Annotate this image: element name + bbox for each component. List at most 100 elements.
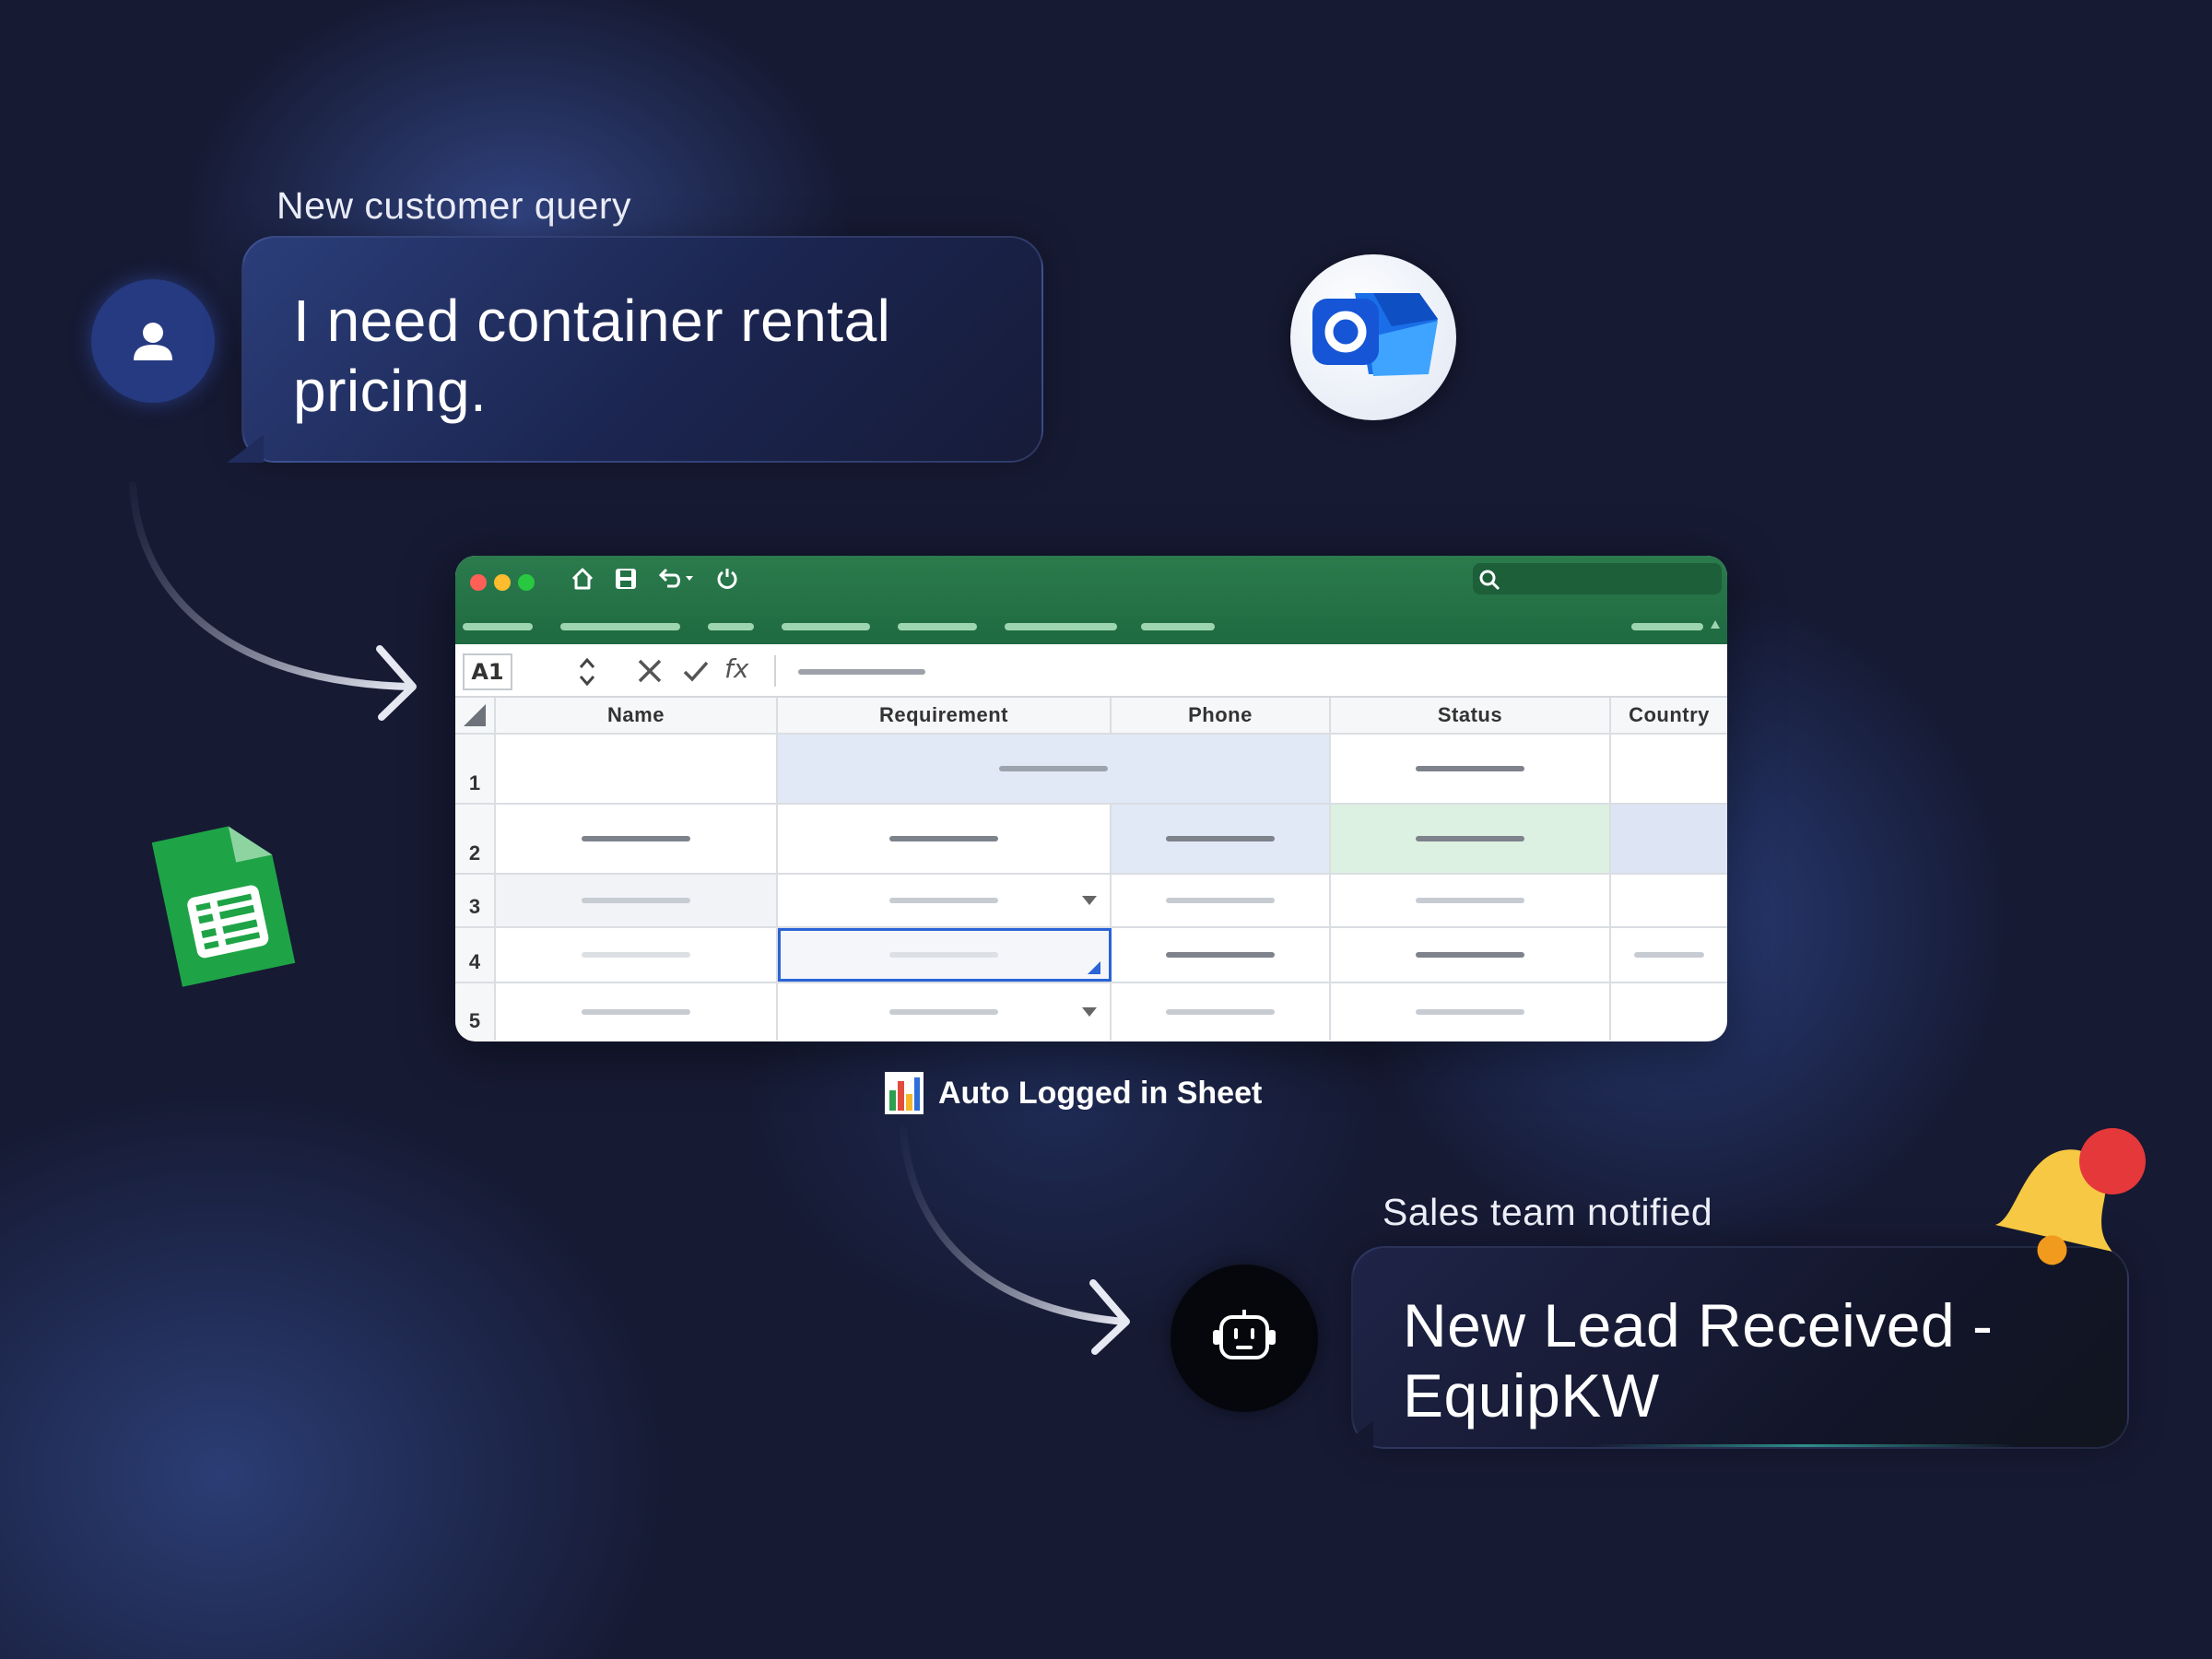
dropdown-arrow-icon[interactable] <box>1082 896 1097 905</box>
formula-divider <box>774 655 776 687</box>
bubble-glow-line <box>1593 1444 2017 1447</box>
column-header-requirement[interactable]: Requirement <box>778 698 1112 733</box>
cell-value-placeholder <box>1416 836 1524 841</box>
formula-input[interactable] <box>798 669 925 675</box>
row-number[interactable]: 3 <box>455 875 496 926</box>
column-header-status[interactable]: Status <box>1331 698 1611 733</box>
formula-bar: A1 fx <box>455 644 1727 698</box>
table-cell[interactable] <box>496 805 778 873</box>
table-cell[interactable] <box>1611 805 1727 873</box>
outlook-logo-icon <box>1312 293 1438 376</box>
table-cell[interactable] <box>1331 875 1611 926</box>
minimize-window-button[interactable] <box>494 574 511 591</box>
cell-value-placeholder <box>1634 952 1704 958</box>
cell-value-placeholder <box>582 1009 690 1015</box>
table-cell[interactable] <box>1331 928 1611 982</box>
table-row: 4 <box>455 928 1727 983</box>
outlook-app-icon <box>1290 254 1456 420</box>
table-cell[interactable] <box>1331 735 1611 803</box>
table-cell[interactable] <box>1112 983 1331 1041</box>
selected-cell[interactable] <box>778 928 1112 982</box>
table-cell-merged[interactable] <box>778 735 1331 803</box>
table-row: 5 <box>455 983 1727 1041</box>
cell-value-placeholder <box>582 836 690 841</box>
table-cell[interactable] <box>778 805 1112 873</box>
cell-stepper-icon[interactable] <box>577 655 597 688</box>
customer-query-bubble: I need container rental pricing. <box>227 236 1043 463</box>
ribbon-tab[interactable] <box>898 623 977 630</box>
column-header-name[interactable]: Name <box>496 698 778 733</box>
table-cell[interactable] <box>1611 875 1727 926</box>
cell-value-placeholder <box>582 952 690 958</box>
cell-reference-box[interactable]: A1 <box>463 653 512 690</box>
table-cell[interactable] <box>1112 928 1331 982</box>
save-icon[interactable] <box>614 567 638 591</box>
table-cell[interactable] <box>496 875 778 926</box>
dropdown-arrow-icon[interactable] <box>1082 1007 1097 1017</box>
column-header-phone[interactable]: Phone <box>1112 698 1331 733</box>
auto-logged-label: Auto Logged in Sheet <box>885 1072 1262 1114</box>
flow-arrow-to-sheet <box>129 481 417 721</box>
ribbon-tab[interactable] <box>782 623 870 630</box>
row-number[interactable]: 5 <box>455 983 496 1041</box>
cancel-icon[interactable] <box>636 657 664 685</box>
search-icon <box>1479 570 1500 591</box>
sales-notified-caption: Sales team notified <box>1382 1191 1713 1233</box>
row-number[interactable]: 1 <box>455 735 496 803</box>
fill-handle[interactable] <box>1088 961 1100 974</box>
table-cell-dropdown[interactable] <box>778 983 1112 1041</box>
table-row: 1 <box>455 735 1727 805</box>
ribbon-tab[interactable] <box>708 623 754 630</box>
ribbon-tab[interactable] <box>463 623 533 630</box>
ribbon-tab[interactable] <box>1141 623 1215 630</box>
undo-icon[interactable] <box>656 567 695 591</box>
function-icon[interactable]: fx <box>724 653 748 684</box>
search-field[interactable] <box>1473 563 1722 594</box>
table-cell[interactable] <box>1611 735 1727 803</box>
ribbon-tab[interactable] <box>1005 623 1117 630</box>
row-number[interactable]: 2 <box>455 805 496 873</box>
user-icon <box>134 323 172 360</box>
ribbon-tab[interactable] <box>560 623 680 630</box>
table-cell[interactable] <box>1112 875 1331 926</box>
bubble-tail <box>227 435 264 463</box>
row-number[interactable]: 4 <box>455 928 496 982</box>
ribbon-collapse[interactable] <box>1631 623 1703 630</box>
cell-value-placeholder <box>1416 898 1524 903</box>
cell-value-placeholder <box>1416 952 1524 958</box>
cell-value-placeholder <box>1166 1009 1275 1015</box>
table-cell[interactable] <box>496 735 778 803</box>
cell-value-placeholder <box>889 1009 998 1015</box>
confirm-icon[interactable] <box>682 659 710 683</box>
table-cell[interactable] <box>1611 983 1727 1041</box>
refresh-icon[interactable] <box>715 567 739 591</box>
table-cell[interactable] <box>1331 983 1611 1041</box>
cell-value-placeholder <box>1166 836 1275 841</box>
bubble-tail <box>1336 1421 1373 1449</box>
cell-value-placeholder <box>889 952 998 958</box>
spreadsheet-window: A1 fx Name Requirement Phone Status Coun… <box>455 556 1727 1041</box>
table-cell[interactable] <box>496 983 778 1041</box>
auto-logged-text: Auto Logged in Sheet <box>938 1075 1263 1111</box>
table-cell[interactable] <box>1331 805 1611 873</box>
ribbon-collapse-icon[interactable] <box>1711 620 1720 629</box>
bar-chart-icon <box>885 1072 924 1114</box>
home-icon[interactable] <box>570 567 595 591</box>
close-window-button[interactable] <box>470 574 487 591</box>
table-cell[interactable] <box>1112 805 1331 873</box>
table-row: 2 <box>455 805 1727 875</box>
table-cell-dropdown[interactable] <box>778 875 1112 926</box>
table-row: 3 <box>455 875 1727 928</box>
customer-avatar <box>91 279 215 403</box>
table-cell[interactable] <box>496 928 778 982</box>
notification-dot <box>2079 1128 2146 1194</box>
google-sheets-icon <box>151 826 296 987</box>
cell-value-placeholder <box>1416 1009 1524 1015</box>
table-cell[interactable] <box>1611 928 1727 982</box>
select-all-corner[interactable] <box>455 698 496 733</box>
cell-value-placeholder <box>582 898 690 903</box>
flow-arrow-to-sales <box>900 1126 1130 1355</box>
column-header-country[interactable]: Country <box>1611 698 1727 733</box>
robot-icon <box>1213 1310 1276 1359</box>
maximize-window-button[interactable] <box>518 574 535 591</box>
